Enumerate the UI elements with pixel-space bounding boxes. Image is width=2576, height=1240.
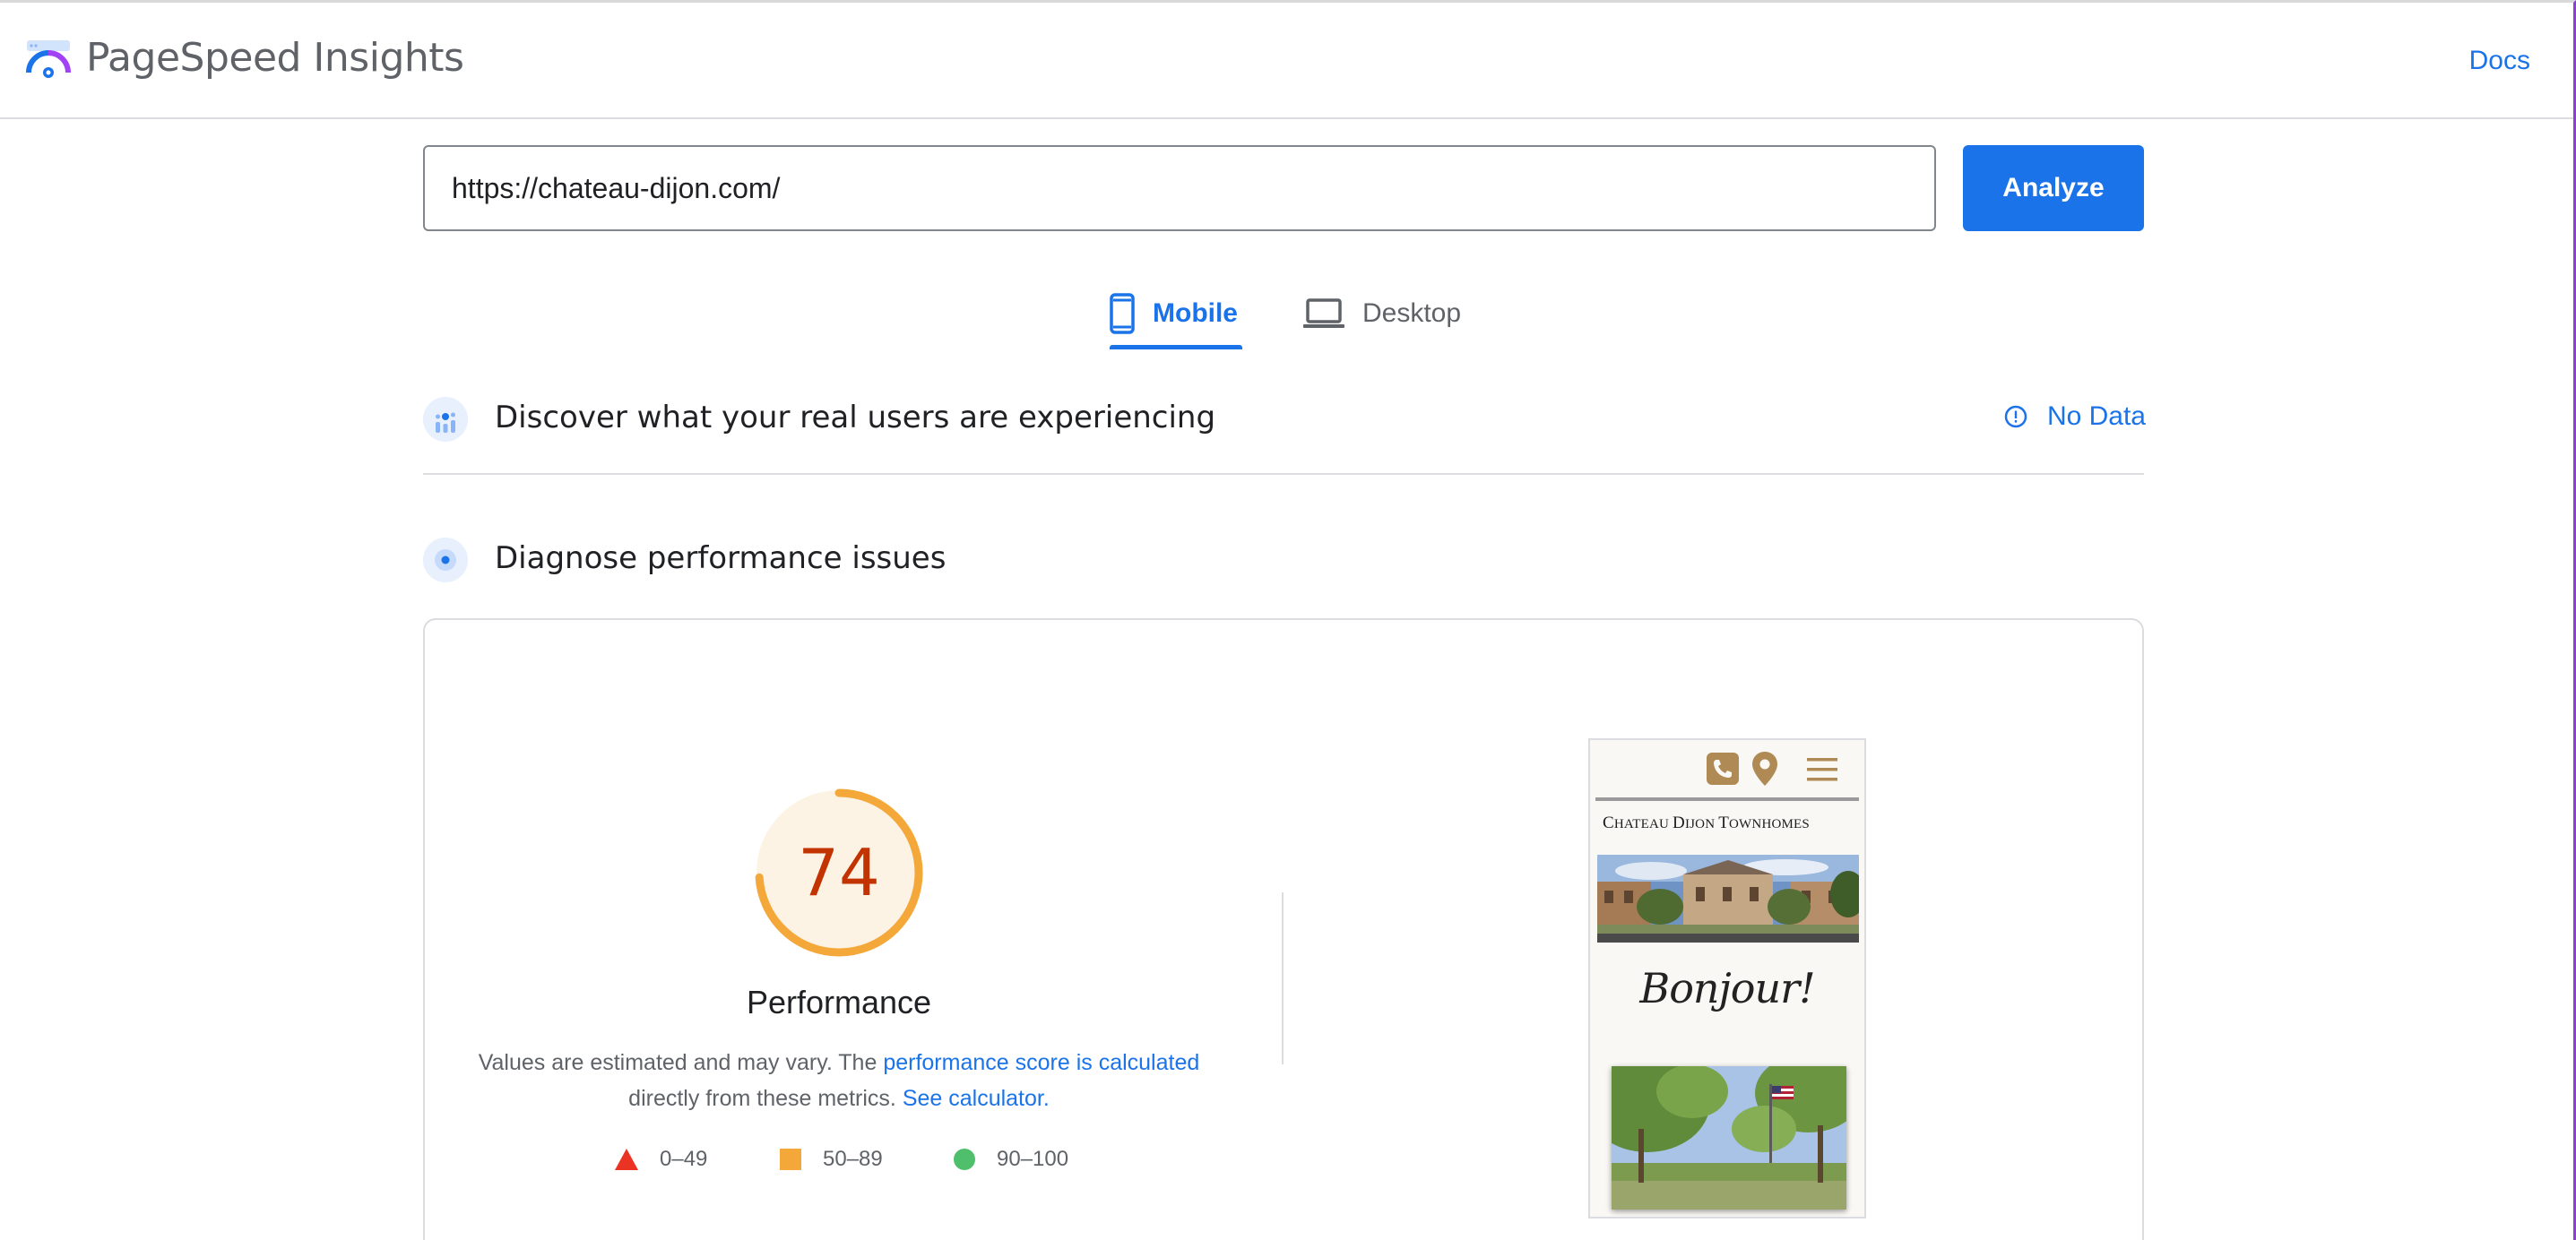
laptop-icon (1303, 298, 1344, 328)
hamburger-menu-icon (1807, 758, 1837, 781)
screenshot-greeting: Bonjour! (1639, 964, 1815, 1012)
site-title-word-3: ownhomes (1729, 817, 1810, 831)
phone-call-icon (1707, 753, 1739, 785)
tab-mobile[interactable]: Mobile (1110, 278, 1238, 349)
see-calculator-link[interactable]: See calculator. (903, 1086, 1050, 1111)
description-text-1: Values are estimated and may vary. The (478, 1050, 884, 1075)
screenshot-rule (1595, 797, 1859, 801)
screenshot-site-title: Chateau Dijon Townhomes (1603, 814, 1810, 833)
description-text-2: directly from these metrics. (628, 1086, 903, 1111)
no-data-label: No Data (2046, 401, 2146, 431)
url-input[interactable] (423, 145, 1936, 231)
courtyard-photo (1612, 1066, 1846, 1210)
section-divider (423, 473, 2144, 475)
tab-desktop[interactable]: Desktop (1303, 278, 1461, 349)
performance-title: Performance (746, 984, 932, 1020)
performance-description: Values are estimated and may vary. The p… (466, 1045, 1212, 1116)
screenshot-nav-bar (1590, 740, 1864, 797)
pass-circle-icon (954, 1149, 975, 1170)
site-title-initial-c: C (1603, 814, 1614, 832)
top-app-bar: PageSpeed Insights Docs (0, 3, 2573, 119)
field-data-icon (423, 397, 468, 442)
legend-average: 50–89 (780, 1147, 883, 1172)
site-title-word-2: ijon (1684, 817, 1719, 831)
vertical-separator (1282, 892, 1284, 1064)
smartphone-icon (1110, 293, 1135, 334)
diagnose-section-title: Diagnose performance issues (495, 540, 947, 576)
analyze-button[interactable]: Analyze (1963, 145, 2144, 231)
average-square-icon (780, 1149, 801, 1170)
legend-pass-range: 90–100 (997, 1147, 1069, 1171)
pagespeed-logo-icon (26, 40, 71, 78)
chateau-building-photo (1597, 855, 1859, 943)
discover-section-title: Discover what your real users are experi… (495, 400, 1216, 435)
site-title-initial-d: D (1673, 814, 1685, 832)
fail-triangle-icon (615, 1149, 638, 1170)
performance-score-value: 74 (798, 835, 880, 910)
active-tab-indicator (1110, 345, 1242, 349)
app-title: PageSpeed Insights (86, 35, 464, 81)
site-title-word-1: hateau (1613, 817, 1673, 831)
lab-data-icon (423, 538, 468, 582)
tab-mobile-label: Mobile (1153, 298, 1238, 328)
tab-desktop-label: Desktop (1362, 298, 1462, 328)
final-screenshot: Chateau Dijon Townhomes Bonjour! (1588, 738, 1866, 1218)
legend-fail-range: 0–49 (660, 1147, 708, 1171)
legend-pass: 90–100 (954, 1147, 1068, 1172)
score-calculated-link[interactable]: performance score is calculated (883, 1050, 1199, 1075)
map-pin-icon (1752, 752, 1777, 786)
site-title-initial-t: T (1718, 814, 1730, 832)
legend-fail: 0–49 (615, 1147, 707, 1172)
info-icon (2004, 405, 2027, 428)
legend-average-range: 50–89 (823, 1147, 883, 1171)
no-data-link[interactable]: No Data (2004, 401, 2146, 432)
docs-link[interactable]: Docs (2469, 46, 2530, 76)
